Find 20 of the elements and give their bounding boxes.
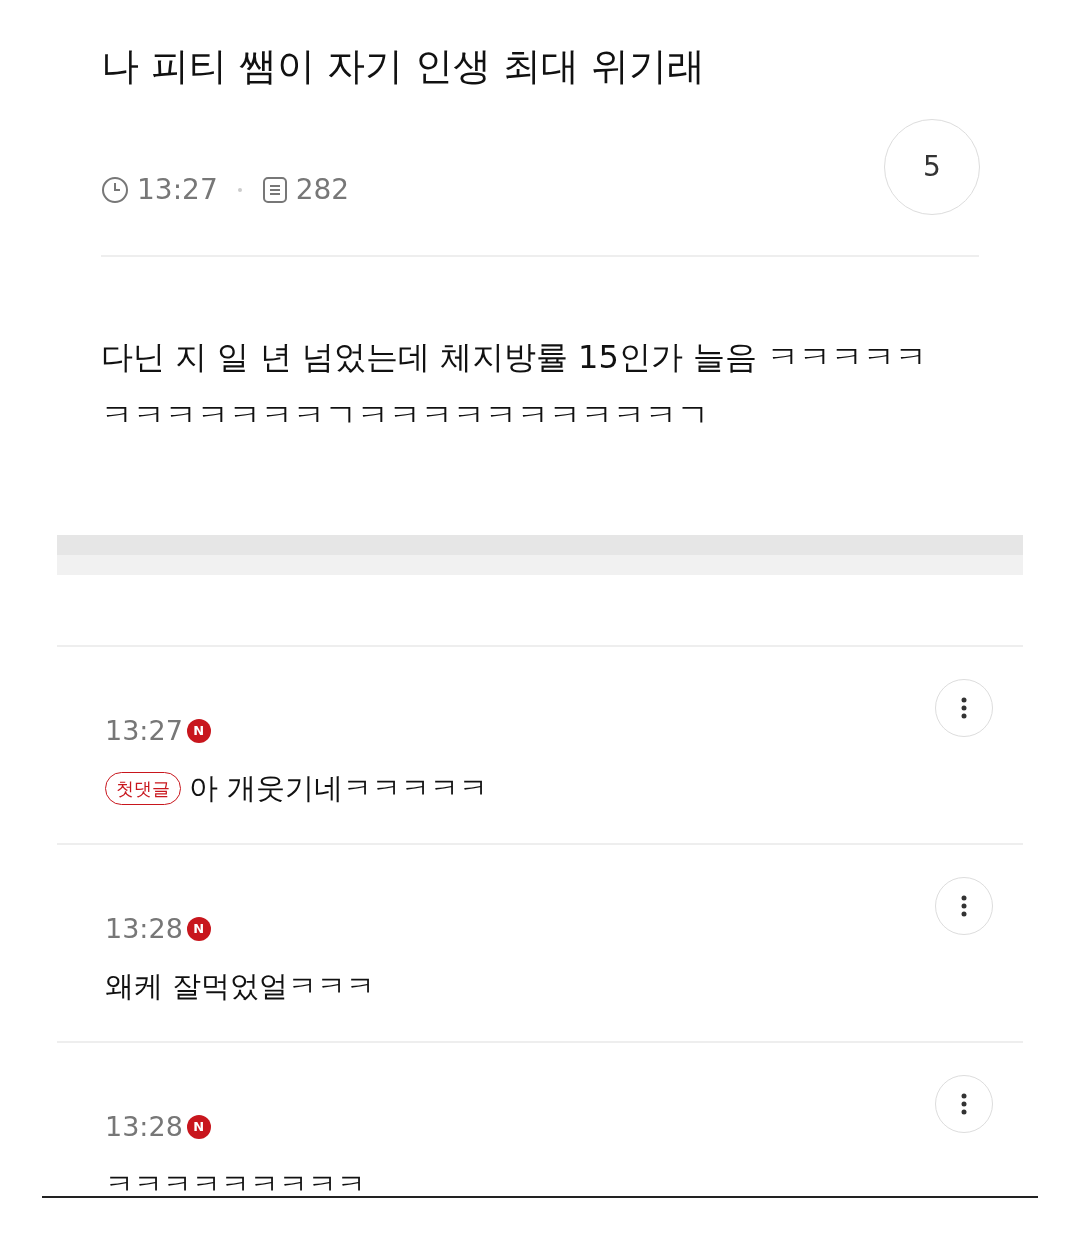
post-title: 나 피티 쌤이 자기 인생 최대 위기래 <box>101 43 707 90</box>
post-time: 13:27 <box>137 172 218 209</box>
kebab-icon <box>961 696 967 719</box>
document-icon <box>261 176 288 205</box>
kebab-icon <box>961 1092 967 1115</box>
new-badge: N <box>186 1114 211 1139</box>
new-badge: N <box>186 916 211 941</box>
comment-time: 13:27 <box>105 713 183 748</box>
comment-time: 13:28 <box>105 1109 183 1144</box>
comment-text: 아 개웃기네ㅋㅋㅋㅋㅋ <box>189 770 489 808</box>
kebab-icon <box>961 894 967 917</box>
comment-text: 왜케 잘먹었얼ㅋㅋㅋ <box>105 968 376 1006</box>
post-body: 다닌 지 일 년 넘었는데 체지방률 15인가 늘음 ㅋㅋㅋㅋㅋㅋㅋㅋㅋㅋㅋㅋㄱㅋㅋㅋㅋㅋㅋㅋㅋㅋㅋㄱ <box>101 337 929 436</box>
comment-count-button[interactable]: 5 <box>884 119 980 216</box>
new-badge: N <box>186 718 211 743</box>
separator-dot <box>237 188 242 193</box>
view-count: 282 <box>295 172 350 209</box>
clock-icon <box>101 176 129 205</box>
comment-time: 13:28 <box>105 911 183 946</box>
comment-text: ㅋㅋㅋㅋㅋㅋㅋㅋㅋ <box>105 1166 366 1204</box>
